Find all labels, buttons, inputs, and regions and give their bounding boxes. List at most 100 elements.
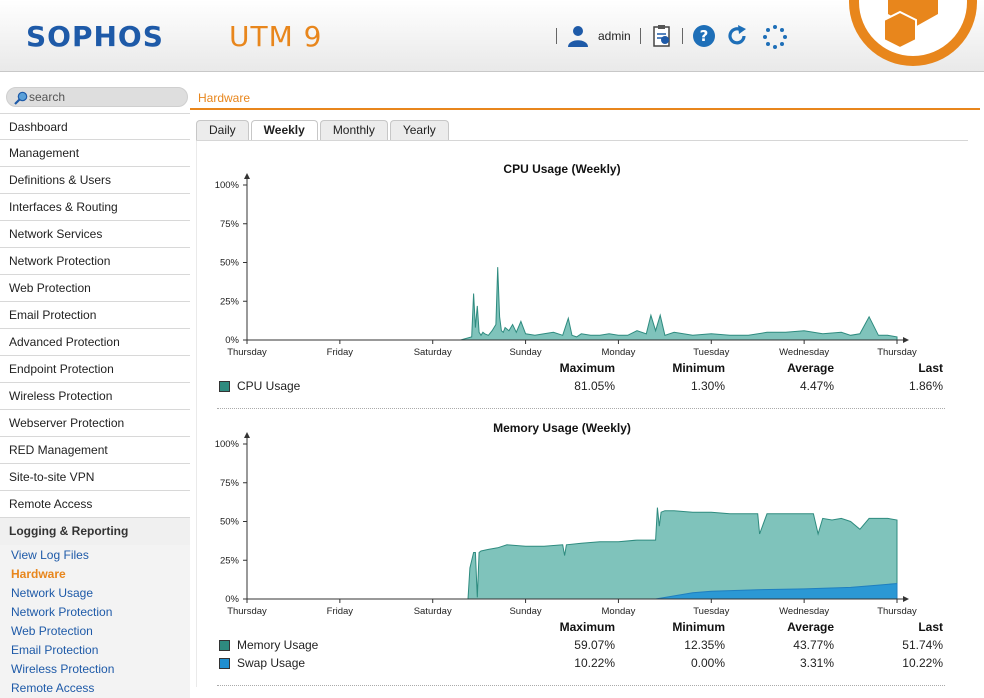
search-input[interactable] xyxy=(29,89,179,105)
tab-monthly[interactable]: Monthly xyxy=(319,120,388,140)
x-tick-label: Sunday xyxy=(509,606,541,617)
breadcrumb-bar: Hardware xyxy=(190,84,980,110)
memory-last: 51.74% xyxy=(902,638,943,652)
user-icon[interactable] xyxy=(566,24,590,48)
stat-header-average: Average xyxy=(787,620,834,634)
cpu-maximum: 81.05% xyxy=(574,379,615,393)
cpu-average: 4.47% xyxy=(799,379,834,393)
tab-daily[interactable]: Daily xyxy=(196,120,249,140)
x-tick-label: Tuesday xyxy=(693,606,729,617)
submenu-item-network-protection[interactable]: Network Protection xyxy=(0,603,190,622)
swap-average: 3.31% xyxy=(799,656,834,670)
y-tick-label: 100% xyxy=(215,439,240,450)
header: SOPHOS UTM 9 admin ? xyxy=(0,0,984,72)
x-tick-label: Thursday xyxy=(227,606,267,617)
swap-minimum: 0.00% xyxy=(690,656,725,670)
legend-label: Swap Usage xyxy=(237,656,306,670)
x-tick-label: Monday xyxy=(602,606,636,617)
legend-label: CPU Usage xyxy=(237,379,301,393)
sidebar-item-logging-reporting[interactable]: Logging & Reporting xyxy=(0,518,190,545)
submenu-item-view-log-files[interactable]: View Log Files xyxy=(0,546,190,565)
y-tick-label: 50% xyxy=(220,258,240,269)
tab-yearly[interactable]: Yearly xyxy=(389,120,449,140)
y-tick-label: 75% xyxy=(220,219,240,230)
user-name[interactable]: admin xyxy=(598,29,631,43)
sidebar-item-remote-access[interactable]: Remote Access xyxy=(0,491,190,518)
swap-last: 10.22% xyxy=(902,656,943,670)
activity-spinner-icon xyxy=(763,25,787,49)
submenu-item-wireless-protection[interactable]: Wireless Protection xyxy=(0,660,190,679)
tab-bar: Daily Weekly Monthly Yearly xyxy=(196,120,451,141)
y-tick-label: 25% xyxy=(220,555,240,566)
x-tick-label: Thursday xyxy=(877,347,917,358)
sophos-brand[interactable]: SOPHOS xyxy=(26,20,164,53)
product-name: UTM 9 xyxy=(229,20,323,53)
search-icon xyxy=(14,91,28,105)
y-tick-label: 0% xyxy=(225,594,239,605)
x-tick-label: Monday xyxy=(602,347,636,358)
stat-header-last: Last xyxy=(918,620,943,634)
x-tick-label: Saturday xyxy=(414,606,452,617)
cpu-last: 1.86% xyxy=(908,379,943,393)
submenu-item-email-protection[interactable]: Email Protection xyxy=(0,641,190,660)
submenu-item-hardware[interactable]: Hardware xyxy=(0,565,190,584)
stat-header-minimum: Minimum xyxy=(672,620,725,634)
y-tick-label: 75% xyxy=(220,478,240,489)
stat-header-last: Last xyxy=(918,361,943,375)
x-tick-label: Friday xyxy=(327,606,354,617)
logging-submenu: View Log Files Hardware Network Usage Ne… xyxy=(0,545,190,698)
submenu-item-remote-access[interactable]: Remote Access xyxy=(0,679,190,698)
search-box[interactable] xyxy=(6,87,188,107)
sidebar-item-definitions-users[interactable]: Definitions & Users xyxy=(0,167,190,194)
sidebar-item-endpoint-protection[interactable]: Endpoint Protection xyxy=(0,356,190,383)
reload-icon[interactable] xyxy=(725,24,749,48)
x-tick-label: Tuesday xyxy=(693,347,729,358)
sidebar-item-site-to-site-vpn[interactable]: Site-to-site VPN xyxy=(0,464,190,491)
sidebar-item-red-management[interactable]: RED Management xyxy=(0,437,190,464)
sidebar-item-network-services[interactable]: Network Services xyxy=(0,221,190,248)
series-area-memory-usage xyxy=(247,507,898,600)
submenu-item-web-protection[interactable]: Web Protection xyxy=(0,622,190,641)
sidebar-item-web-protection[interactable]: Web Protection xyxy=(0,275,190,302)
documentation-icon[interactable] xyxy=(650,24,674,48)
x-tick-label: Thursday xyxy=(227,347,267,358)
sidebar-item-webserver-protection[interactable]: Webserver Protection xyxy=(0,410,190,437)
memory-maximum: 59.07% xyxy=(574,638,615,652)
divider xyxy=(682,28,683,44)
legend-memory-usage: Memory Usage xyxy=(219,638,419,654)
sidebar-item-interfaces-routing[interactable]: Interfaces & Routing xyxy=(0,194,190,221)
sidebar-item-email-protection[interactable]: Email Protection xyxy=(0,302,190,329)
sidebar-item-wireless-protection[interactable]: Wireless Protection xyxy=(0,383,190,410)
divider xyxy=(640,28,641,44)
main-panel: Hardware Daily Weekly Monthly Yearly CPU… xyxy=(190,84,980,687)
sidebar-item-advanced-protection[interactable]: Advanced Protection xyxy=(0,329,190,356)
help-icon[interactable]: ? xyxy=(692,24,716,48)
x-tick-label: Friday xyxy=(327,347,354,358)
legend-swatch xyxy=(219,640,230,651)
stat-header-average: Average xyxy=(787,361,834,375)
series-area-cpu-usage xyxy=(247,267,898,341)
breadcrumb: Hardware xyxy=(198,91,251,105)
section-divider xyxy=(217,408,945,409)
sidebar-item-network-protection[interactable]: Network Protection xyxy=(0,248,190,275)
sophos-logo-icon xyxy=(849,0,977,66)
svg-text:?: ? xyxy=(700,27,709,45)
x-axis-arrow xyxy=(903,337,909,343)
tab-weekly[interactable]: Weekly xyxy=(250,120,318,141)
submenu-item-network-usage[interactable]: Network Usage xyxy=(0,584,190,603)
x-tick-label: Thursday xyxy=(877,606,917,617)
memory-average: 43.77% xyxy=(793,638,834,652)
stat-header-maximum: Maximum xyxy=(559,361,615,375)
memory-usage-chart: 0% 25% 50% 75% 100% Thursday Friday Saturday Sun… xyxy=(215,432,917,617)
x-tick-label: Wednesday xyxy=(779,347,829,358)
sidebar-item-management[interactable]: Management xyxy=(0,140,190,167)
stat-header-maximum: Maximum xyxy=(559,620,615,634)
legend-swatch xyxy=(219,381,230,392)
divider xyxy=(556,28,557,44)
legend-cpu-usage: CPU Usage xyxy=(219,379,419,395)
sidebar-item-dashboard[interactable]: Dashboard xyxy=(0,113,190,140)
legend-swatch xyxy=(219,658,230,669)
memory-stats-table: Maximum Minimum Average Last Memory Usag… xyxy=(197,620,957,680)
swap-maximum: 10.22% xyxy=(574,656,615,670)
section-divider xyxy=(217,685,945,686)
